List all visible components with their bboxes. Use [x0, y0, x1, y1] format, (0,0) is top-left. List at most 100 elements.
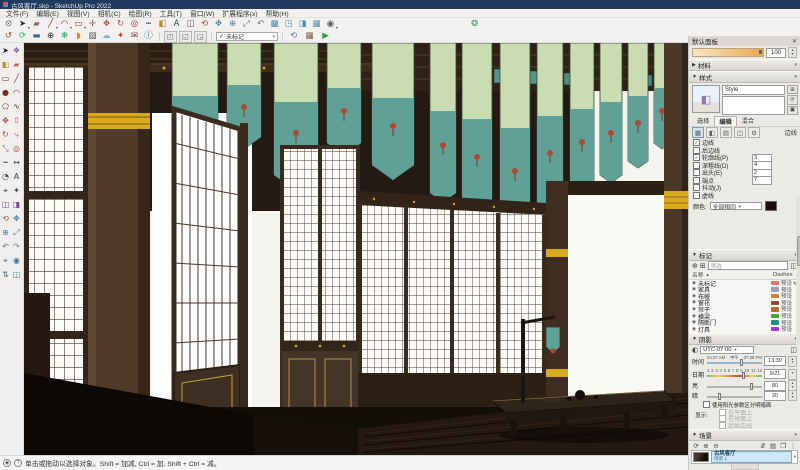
plugin-redo-icon[interactable]: ⟳ — [16, 31, 29, 42]
zoom-tool-icon[interactable]: ⊕ — [0, 226, 11, 240]
close-icon[interactable]: ✕ — [792, 38, 797, 45]
3d-text-tool-icon[interactable]: ✦ — [11, 184, 22, 198]
move-tool-icon[interactable]: ✥ — [0, 114, 11, 128]
visibility-eye-icon[interactable]: ◉ — [692, 327, 696, 332]
visibility-eye-icon[interactable]: ◉ — [692, 287, 696, 292]
rectangle-tool-icon[interactable]: ▭ — [0, 72, 11, 86]
hanging-banner[interactable] — [547, 150, 553, 156]
position-camera-icon[interactable]: ⌖ — [0, 254, 11, 268]
tag-color-swatch[interactable] — [771, 280, 779, 286]
extension-warehouse-icon[interactable]: ❂ — [468, 19, 481, 30]
checkbox-icon[interactable] — [693, 161, 700, 169]
plugin-bar-icon[interactable]: ▬ — [30, 31, 43, 42]
walk-tool-icon[interactable]: ⇅ — [0, 268, 11, 282]
dark-value-field[interactable]: 20 — [764, 390, 786, 401]
style-tab-混合[interactable]: 混合 — [737, 115, 759, 126]
visibility-eye-icon[interactable]: ◉ — [692, 320, 696, 325]
eraser-tool-icon[interactable]: ▰ — [11, 58, 22, 72]
zoom-extents-icon[interactable]: ⤢ — [11, 226, 22, 240]
opacity-slider[interactable] — [692, 48, 764, 57]
hanging-banner[interactable] — [635, 120, 641, 126]
add-tag-folder-icon[interactable]: ⊞ — [700, 262, 706, 270]
section-collapse-icon[interactable]: ▾ — [794, 432, 797, 438]
hanging-banner[interactable] — [327, 88, 361, 155]
hanging-banner[interactable] — [430, 111, 456, 202]
face-settings-icon[interactable]: ◧ — [706, 127, 718, 138]
menu-item[interactable]: 窗口(W) — [186, 8, 219, 18]
move-tool-icon[interactable]: ✥ — [100, 19, 113, 30]
spinner-control[interactable]: ▴ ▾ — [788, 47, 797, 58]
opacity-value-field[interactable]: 100 — [766, 47, 786, 58]
edge-color-swatch[interactable] — [764, 201, 777, 211]
arc-tool-icon[interactable]: ◠ — [11, 86, 22, 100]
add-scene-icon[interactable]: ⊕ — [702, 442, 710, 450]
hanging-banner[interactable] — [440, 142, 446, 148]
scene-item-selected[interactable]: 古风客厅 场景 1 — [711, 451, 792, 463]
hanging-banner[interactable] — [512, 168, 518, 174]
calendar-dropdown[interactable]: ▾ — [788, 368, 797, 380]
checkbox-icon[interactable]: ✓ — [693, 154, 700, 162]
offset-tool-icon[interactable]: ◎ — [128, 19, 141, 30]
plugin-undo-icon[interactable]: ↺ — [2, 31, 15, 42]
hanging-banner[interactable] — [293, 130, 299, 136]
edge-color-select[interactable]: 全部相同 ▼ — [709, 202, 762, 211]
add-tag-icon[interactable]: ⊕ — [692, 262, 698, 270]
xray-mode-icon[interactable]: ▩ — [268, 19, 281, 30]
tag-row[interactable]: ◉ 灯具 预设 — [689, 326, 800, 334]
hanging-banner[interactable] — [579, 139, 585, 145]
select-tool-icon[interactable]: ➤ — [0, 44, 11, 58]
materials-section-header[interactable]: ▶ 材料 ▾ — [689, 59, 800, 71]
plugin-orange-icon[interactable]: ◗ — [72, 31, 85, 42]
checkbox-icon[interactable] — [693, 176, 700, 184]
active-tag-dropdown[interactable]: ✓ 未标记 ▾ — [216, 32, 278, 41]
display-option-row[interactable]: 起始边线 — [719, 421, 752, 430]
plugin-checker-icon[interactable]: ▨ — [86, 31, 99, 42]
orbit-tool-icon[interactable]: ⟲ — [0, 212, 11, 226]
run-icon[interactable]: ▶ — [319, 31, 332, 42]
hanging-banner[interactable] — [390, 123, 396, 129]
make-component-icon[interactable]: ❖ — [11, 44, 22, 58]
scene-options-icon[interactable]: ⋮ — [789, 442, 797, 450]
menu-item[interactable]: 相机(C) — [94, 8, 125, 18]
circle-tool-icon[interactable]: ● — [0, 86, 11, 100]
tag-color-swatch[interactable] — [771, 313, 779, 319]
visibility-eye-icon[interactable]: ◉ — [692, 300, 696, 305]
textured-mode-icon[interactable]: ▦ — [310, 19, 323, 30]
plugin-cloud-icon[interactable]: ☁ — [100, 31, 113, 42]
spinner-control[interactable]: ▴ ▾ — [788, 355, 797, 367]
paint-bucket-icon[interactable]: ◧ — [156, 19, 169, 30]
tag-color-swatch[interactable] — [771, 320, 779, 325]
tags-dashes-column[interactable]: Dashes — [773, 272, 797, 278]
pan-tool-icon[interactable]: ✥ — [11, 212, 22, 226]
view-front-icon[interactable]: ◲ — [194, 30, 207, 43]
time-value-field[interactable]: 13:30 — [764, 356, 786, 366]
shadow-details-icon[interactable]: ◫ — [790, 346, 797, 354]
modeling-settings-icon[interactable]: ⚙ — [748, 127, 760, 138]
shaded-mode-icon[interactable]: ◨ — [296, 19, 309, 30]
date-value-field[interactable]: 9/21 — [764, 369, 786, 379]
scene-thumb-view-icon[interactable]: ❐ — [779, 442, 787, 450]
menu-item[interactable]: 绘图(R) — [125, 8, 156, 18]
remove-scene-icon[interactable]: ⊖ — [712, 442, 720, 450]
plugin-add-icon[interactable]: ⊕ — [44, 31, 57, 42]
dark-slider[interactable] — [707, 391, 762, 400]
menu-item[interactable]: 编辑(E) — [32, 8, 63, 18]
date-slider[interactable]: 1 2 3 4 5 6 7 8 9 10 11 12 — [707, 368, 762, 379]
tape-measure-icon[interactable]: ┅ — [0, 156, 11, 170]
create-style-button[interactable]: ⊞ — [787, 85, 798, 95]
section-plane-icon[interactable]: ◫ — [0, 198, 11, 212]
slider-handle[interactable] — [749, 383, 753, 390]
pan-tool-icon[interactable]: ✥ — [212, 19, 225, 30]
model-scene[interactable] — [24, 43, 688, 455]
slider-handle[interactable] — [740, 358, 743, 366]
checkbox-icon[interactable] — [703, 401, 710, 408]
axes-tool-icon[interactable]: ⌖ — [0, 184, 11, 198]
tape-measure-icon[interactable]: ┅ — [142, 19, 155, 30]
edge-settings-icon[interactable]: ▦ — [692, 127, 704, 138]
dropdown-caret[interactable]: ▾ — [336, 26, 338, 30]
dimension-tool-icon[interactable]: ↔ — [11, 156, 22, 170]
scene-scroll-icon[interactable]: ▾ — [794, 454, 796, 460]
slider-handle[interactable] — [759, 50, 762, 54]
visibility-eye-icon[interactable]: ◉ — [692, 281, 696, 286]
menu-item[interactable]: 帮助(H) — [262, 8, 293, 18]
